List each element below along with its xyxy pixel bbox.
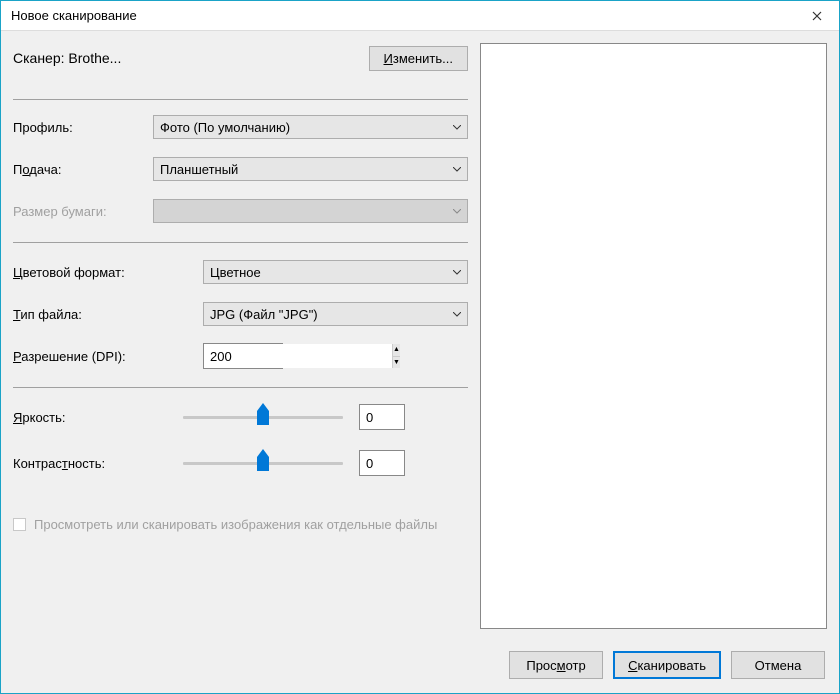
resolution-label: Разрешение (DPI): <box>13 349 203 364</box>
divider <box>13 387 468 388</box>
chevron-down-icon <box>453 165 461 173</box>
paper-size-row: Размер бумаги: <box>13 198 468 224</box>
contrast-label: Контрастность: <box>13 456 153 471</box>
brightness-row: Яркость: 0 <box>13 404 468 430</box>
file-type-label: Тип файла: <box>13 307 203 322</box>
close-icon <box>812 11 822 21</box>
close-button[interactable] <box>794 1 839 31</box>
profile-row: Профиль: Фото (По умолчанию) <box>13 114 468 140</box>
contrast-row: Контрастность: 0 <box>13 450 468 476</box>
contrast-slider[interactable] <box>183 453 343 473</box>
chevron-down-icon <box>453 123 461 131</box>
separate-files-row: Просмотреть или сканировать изображения … <box>13 516 468 534</box>
paper-size-label: Размер бумаги: <box>13 204 153 219</box>
footer: Просмотр Сканировать Отмена <box>1 641 839 693</box>
titlebar: Новое сканирование <box>1 1 839 31</box>
paper-size-select <box>153 199 468 223</box>
chevron-down-icon <box>453 310 461 318</box>
scan-dialog: Новое сканирование Сканер: Brothe... Изм… <box>0 0 840 694</box>
brightness-label: Яркость: <box>13 410 153 425</box>
resolution-row: Разрешение (DPI): ▲ ▼ <box>13 343 468 369</box>
settings-panel: Сканер: Brothe... Изменить... Профиль: Ф… <box>13 43 468 629</box>
file-type-row: Тип файла: JPG (Файл "JPG") <box>13 301 468 327</box>
preview-panel[interactable] <box>480 43 827 629</box>
content-area: Сканер: Brothe... Изменить... Профиль: Ф… <box>1 31 839 641</box>
resolution-spinner[interactable]: ▲ ▼ <box>203 343 283 369</box>
brightness-value[interactable]: 0 <box>359 404 405 430</box>
resolution-input[interactable] <box>204 344 392 368</box>
color-format-select[interactable]: Цветное <box>203 260 468 284</box>
spinner-up-button[interactable]: ▲ <box>393 344 400 357</box>
slider-thumb[interactable] <box>257 403 269 425</box>
scanner-label: Сканер: Brothe... <box>13 50 369 66</box>
window-title: Новое сканирование <box>11 8 794 23</box>
color-format-label: Цветовой формат: <box>13 265 203 280</box>
brightness-slider[interactable] <box>183 407 343 427</box>
source-row: Подача: Планшетный <box>13 156 468 182</box>
chevron-down-icon <box>453 268 461 276</box>
cancel-button[interactable]: Отмена <box>731 651 825 679</box>
file-type-select[interactable]: JPG (Файл "JPG") <box>203 302 468 326</box>
separate-files-label: Просмотреть или сканировать изображения … <box>34 516 437 534</box>
spinner-down-button[interactable]: ▼ <box>393 357 400 369</box>
profile-select[interactable]: Фото (По умолчанию) <box>153 115 468 139</box>
divider <box>13 99 468 100</box>
preview-button[interactable]: Просмотр <box>509 651 603 679</box>
contrast-value[interactable]: 0 <box>359 450 405 476</box>
change-scanner-button[interactable]: Изменить... <box>369 46 468 71</box>
scanner-row: Сканер: Brothe... Изменить... <box>13 43 468 73</box>
slider-thumb[interactable] <box>257 449 269 471</box>
divider <box>13 242 468 243</box>
color-format-row: Цветовой формат: Цветное <box>13 259 468 285</box>
scan-button[interactable]: Сканировать <box>613 651 721 679</box>
source-label: Подача: <box>13 162 153 177</box>
profile-label: Профиль: <box>13 120 153 135</box>
chevron-down-icon <box>453 207 461 215</box>
source-select[interactable]: Планшетный <box>153 157 468 181</box>
separate-files-checkbox <box>13 518 26 531</box>
